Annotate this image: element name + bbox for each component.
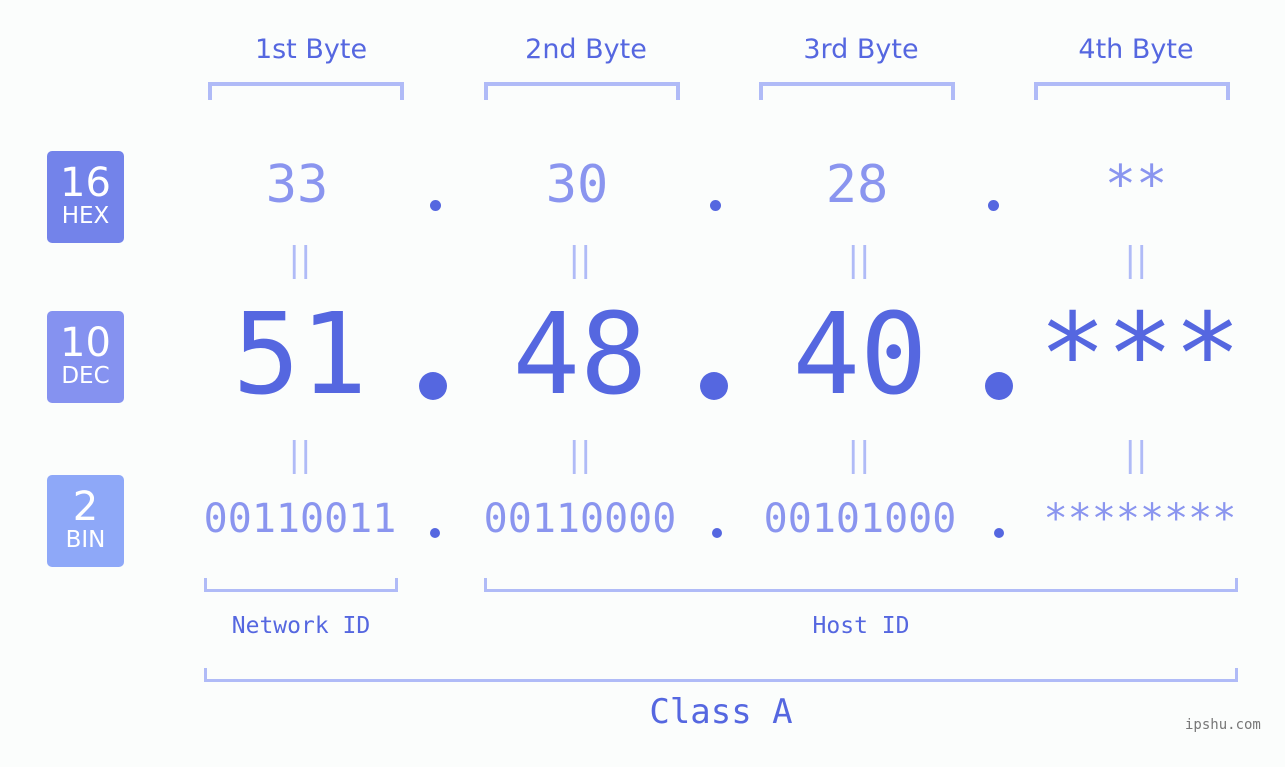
hex-value-2: 30 — [545, 155, 609, 215]
byte-header-1: 1st Byte — [254, 34, 368, 65]
hex-value-1: 33 — [265, 155, 329, 215]
byte-header-3: 3rd Byte — [803, 34, 919, 65]
equals-icon: || — [568, 240, 592, 280]
byte-bracket-2 — [484, 82, 680, 100]
bin-value-2: 00110000 — [483, 496, 677, 542]
hex-dot-3 — [988, 200, 999, 211]
equals-icon: || — [847, 240, 871, 280]
host-bracket — [484, 578, 1238, 592]
dec-badge-label: DEC — [61, 363, 110, 389]
hex-value-4: ** — [1104, 155, 1168, 215]
bin-value-3: 00101000 — [763, 496, 957, 542]
network-bracket — [204, 578, 398, 592]
equals-icon: || — [1124, 240, 1148, 280]
dec-dot-1 — [419, 372, 447, 400]
dec-badge: 10 DEC — [47, 311, 124, 403]
equals-icon: || — [1124, 435, 1148, 475]
byte-bracket-1 — [208, 82, 404, 100]
network-id-label: Network ID — [231, 613, 371, 639]
class-bracket — [204, 668, 1238, 682]
bin-dot-3 — [994, 528, 1004, 538]
hex-badge: 16 HEX — [47, 151, 124, 243]
byte-header-2: 2nd Byte — [525, 34, 647, 65]
byte-bracket-4 — [1034, 82, 1230, 100]
host-id-label: Host ID — [812, 613, 910, 639]
dec-value-4: *** — [1038, 290, 1242, 420]
bin-badge-label: BIN — [65, 527, 106, 553]
hex-badge-number: 16 — [60, 160, 111, 206]
equals-icon: || — [847, 435, 871, 475]
dec-dot-3 — [985, 372, 1013, 400]
equals-icon: || — [288, 435, 312, 475]
bin-dot-2 — [712, 528, 722, 538]
dec-value-3: 40 — [792, 290, 928, 420]
bin-badge: 2 BIN — [47, 475, 124, 567]
class-label: Class A — [649, 692, 793, 732]
dec-value-2: 48 — [512, 290, 648, 420]
bin-value-1: 00110011 — [203, 496, 397, 542]
byte-header-4: 4th Byte — [1078, 34, 1194, 65]
dec-dot-2 — [700, 372, 728, 400]
bin-dot-1 — [430, 528, 440, 538]
watermark: ipshu.com — [1185, 717, 1261, 733]
bin-badge-number: 2 — [72, 484, 99, 530]
hex-dot-1 — [430, 200, 441, 211]
hex-badge-label: HEX — [61, 203, 110, 229]
hex-dot-2 — [710, 200, 721, 211]
equals-icon: || — [288, 240, 312, 280]
equals-icon: || — [568, 435, 592, 475]
dec-value-1: 51 — [232, 290, 368, 420]
hex-value-3: 28 — [825, 155, 889, 215]
bin-value-4: ******** — [1043, 496, 1237, 542]
dec-badge-number: 10 — [60, 320, 111, 366]
byte-bracket-3 — [759, 82, 955, 100]
